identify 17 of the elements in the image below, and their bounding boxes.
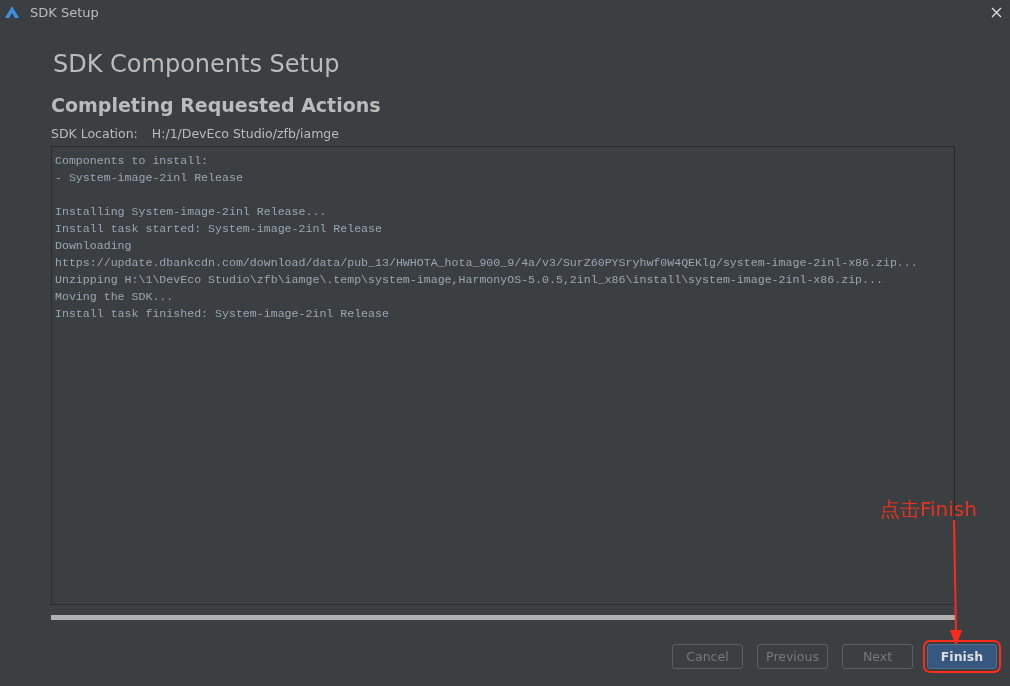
- window-title: SDK Setup: [30, 4, 100, 20]
- logo-icon: [4, 5, 20, 19]
- location-value: H:/1/DevEco Studio/zfb/iamge: [151, 125, 339, 141]
- section-heading: Completing Requested Actions: [51, 94, 382, 118]
- location-label: SDK Location:: [51, 125, 138, 141]
- log-line: Downloading: [55, 238, 133, 254]
- log-line: Installing System-image-2inl Release...: [55, 204, 328, 220]
- log-line: Install task started: System-image-2inl Release: [55, 221, 383, 237]
- log-line: Unzipping H:\1\DevEco Studio\zfb\iamge\.temp\system-image,HarmonyOS-5.0.5,2inl_x86\install\system-image-2inl-x86.zip...: [55, 272, 884, 288]
- log-line: https://update.dbankcdn.com/download/data/pub_13/HWHOTA_hota_900_9/4a/v3/SurZ60PYSryhwf0W4QEKlg/system-image-2inl-x86.zip...: [55, 255, 919, 271]
- close-icon[interactable]: [991, 6, 1002, 18]
- log-line: Install task finished: System-image-2inl Release: [55, 306, 390, 322]
- log-line: Components to install:: [55, 153, 210, 169]
- log-line: - System-image-2inl Release: [55, 170, 244, 186]
- annotation-label: 点击Finish: [880, 496, 977, 523]
- log-line: Moving the SDK...: [55, 289, 175, 305]
- page-heading: SDK Components Setup: [53, 50, 341, 80]
